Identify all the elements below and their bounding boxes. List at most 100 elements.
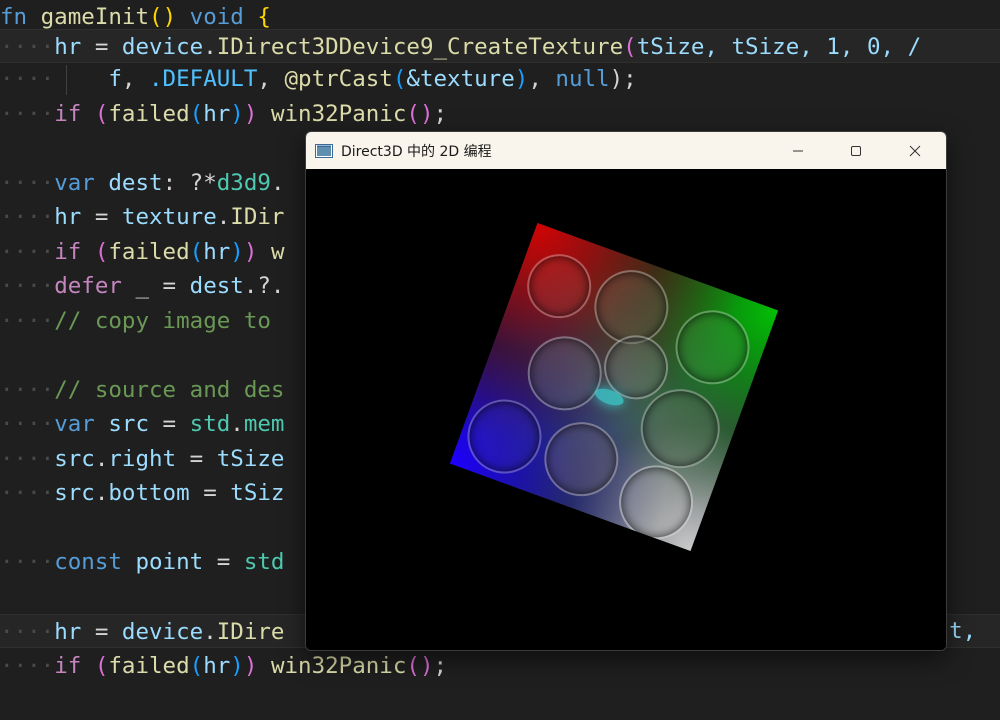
whitespace-dots: ···· [0, 66, 55, 92]
direct3d-window[interactable]: Direct3D 中的 2D 编程 [305, 131, 947, 651]
paren: () [406, 101, 434, 127]
function-call: win32Panic [270, 101, 407, 127]
function-call: IDirect3DDevice9_CreateTexture [216, 34, 624, 60]
function-call: w [270, 239, 285, 265]
whitespace-dots: ···· [0, 170, 55, 196]
dot: . [270, 170, 285, 196]
type-annotation: : ?* [162, 170, 217, 196]
value: tSiz [230, 480, 285, 506]
keyword: if [54, 653, 82, 679]
dot: . [216, 204, 231, 230]
function-call: failed [108, 239, 190, 265]
object: device [121, 619, 204, 645]
object: texture [121, 204, 217, 230]
whitespace-dots: ···· [0, 239, 55, 265]
variable: hr [203, 101, 231, 127]
close-button[interactable] [886, 132, 944, 169]
rotated-texture-image [449, 222, 779, 552]
field: right [108, 446, 177, 472]
close-icon [909, 145, 921, 156]
keyword: fn [0, 4, 28, 30]
operator: = [81, 204, 122, 230]
whitespace-dots: ···· [0, 619, 55, 645]
keyword: if [54, 101, 82, 127]
paren: ) [230, 653, 244, 679]
coin [518, 245, 601, 328]
paren: ( [94, 101, 109, 127]
code-line-20: ····if (failed(hr)) win32Panic(); [0, 649, 1000, 683]
whitespace-dots: ···· [0, 204, 55, 230]
return-type: void [189, 4, 244, 30]
keyword: var [54, 170, 95, 196]
maximize-button[interactable] [827, 132, 885, 169]
window-titlebar[interactable]: Direct3D 中的 2D 编程 [306, 132, 946, 169]
value: tSize [216, 446, 285, 472]
paren: ) [514, 66, 529, 92]
window-title: Direct3D 中的 2D 编程 [341, 143, 492, 160]
paren: () [406, 653, 434, 679]
namespace: std [243, 549, 285, 575]
maximize-icon [851, 145, 861, 156]
code-line-4: ····if (failed(hr)) win32Panic(); [0, 97, 1000, 131]
variable: hr [203, 653, 231, 679]
comment: // source and des [54, 377, 285, 403]
dot: . [203, 619, 217, 645]
variable: dest [108, 170, 163, 196]
render-client-area[interactable] [306, 169, 946, 650]
variable: hr [54, 619, 82, 645]
paren: ( [94, 239, 109, 265]
dot: . [230, 411, 244, 437]
enum-value: .DEFAULT [149, 66, 258, 92]
paren: ) [162, 4, 177, 30]
operator: = [189, 480, 231, 506]
function-name: gameInit [40, 4, 150, 30]
argument: f [108, 66, 122, 92]
separator: , [121, 66, 150, 92]
whitespace-dots: ···· [0, 101, 55, 127]
whitespace-dots: ···· [0, 273, 55, 299]
operator: _ = [121, 273, 190, 299]
function-call: win32Panic [270, 653, 407, 679]
keyword: var [54, 411, 95, 437]
constant: point [135, 549, 204, 575]
paren: ( [189, 653, 204, 679]
paren: ( [189, 239, 204, 265]
function-call: failed [108, 101, 190, 127]
code-line-2: ····hr = device.IDirect3DDevice9_CreateT… [0, 29, 1000, 63]
whitespace-dots: ···· [0, 308, 55, 334]
paren: ( [623, 34, 637, 60]
statement-end: ); [609, 66, 637, 92]
whitespace-dots: ···· [0, 34, 55, 60]
keyword: if [54, 239, 82, 265]
keyword: defer [54, 273, 122, 299]
minimize-button[interactable] [769, 132, 827, 169]
separator: , [257, 66, 285, 92]
dot: . [203, 34, 217, 60]
object: dest [189, 273, 244, 299]
variable: hr [203, 239, 231, 265]
variable: src [108, 411, 150, 437]
paren: ) [243, 101, 258, 127]
whitespace-dots: ···· [0, 377, 55, 403]
coin [533, 411, 629, 507]
comment: // copy image to [54, 308, 271, 334]
whitespace-dots: ···· [0, 446, 55, 472]
operator: = [176, 446, 217, 472]
object: src [54, 480, 95, 506]
dot: . [94, 446, 109, 472]
paren: ) [243, 239, 258, 265]
object: device [121, 34, 204, 60]
function-call: IDir [230, 204, 285, 230]
coin [665, 299, 760, 395]
member: mem [243, 411, 285, 437]
arguments: tSize, tSize, 1, 0, / [636, 34, 922, 60]
namespace: std [189, 411, 231, 437]
